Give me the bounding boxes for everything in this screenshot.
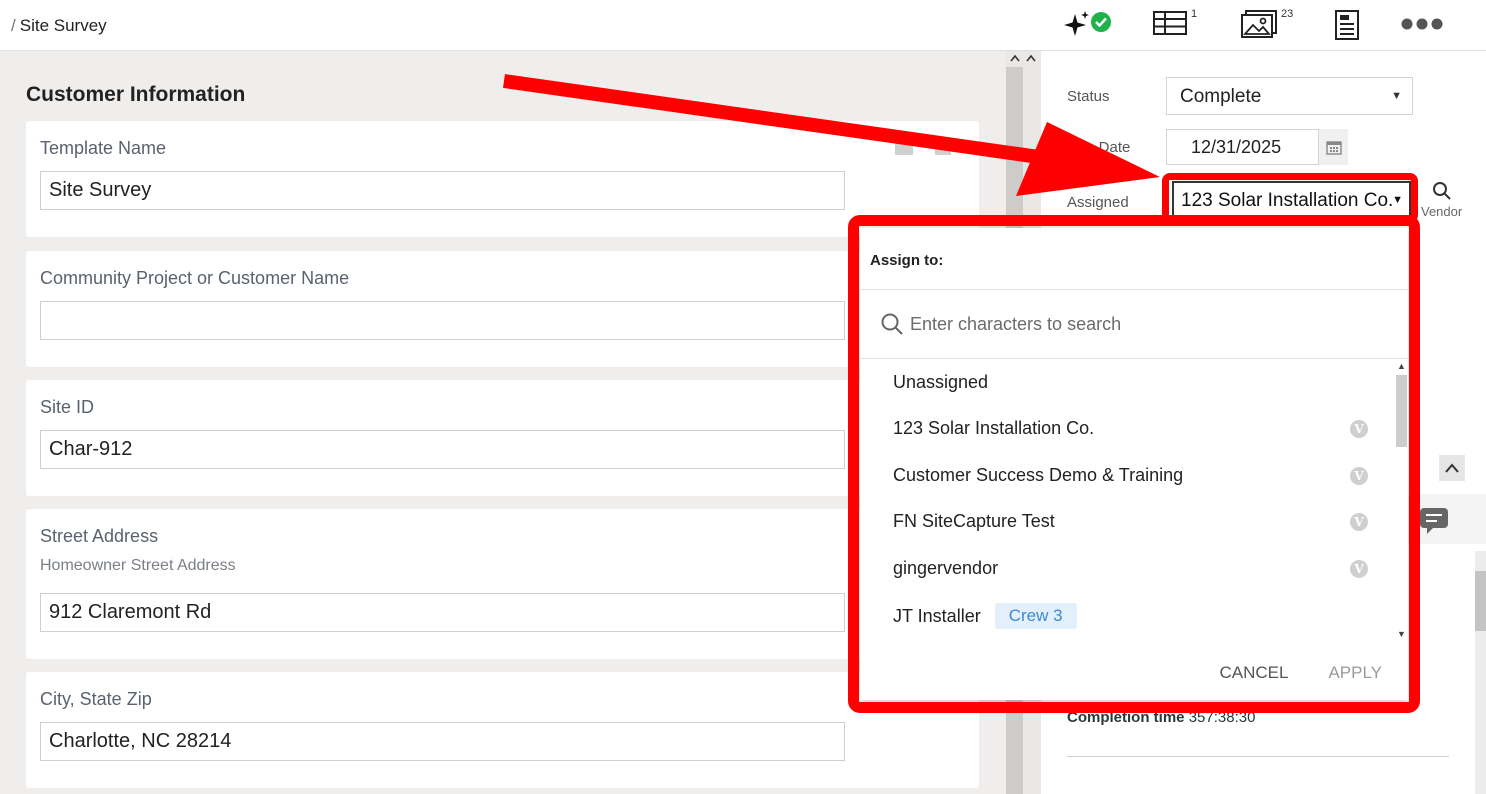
vendor-badge-icon: V xyxy=(1350,466,1368,485)
form-pane: Customer Information Template Name Commu… xyxy=(0,51,1006,794)
field-sublabel: Homeowner Street Address xyxy=(40,557,236,574)
chevron-up-icon[interactable]: ▲ xyxy=(1397,361,1406,371)
divider xyxy=(1067,756,1449,757)
vendor-search-button[interactable]: Vendor xyxy=(1421,181,1462,219)
status-select[interactable]: Complete ▼ xyxy=(1166,77,1413,115)
collapse-button[interactable] xyxy=(1439,455,1465,481)
assignee-option-customer-success[interactable]: Customer Success Demo & Training V xyxy=(893,465,1368,486)
customer-name-input[interactable] xyxy=(40,301,845,340)
assignee-list-scrollbar[interactable]: ▲ ▼ xyxy=(1395,359,1408,642)
assignee-option-123-solar[interactable]: 123 Solar Installation Co. V xyxy=(893,418,1368,439)
more-button[interactable] xyxy=(1400,17,1444,47)
assigned-value: 123 Solar Installation Co. xyxy=(1181,190,1394,211)
search-icon xyxy=(881,313,903,335)
chevron-up-icon xyxy=(1010,54,1036,62)
lock-icon[interactable] xyxy=(935,139,951,155)
field-card-template-name: Template Name xyxy=(26,121,979,237)
calendar-icon xyxy=(1325,141,1342,155)
search-icon xyxy=(1432,182,1451,200)
photo-gallery-icon xyxy=(1241,10,1277,38)
assignee-search-input[interactable] xyxy=(910,313,1350,335)
city-state-zip-input[interactable] xyxy=(40,722,845,761)
assignee-option-jt-installer[interactable]: JT Installer Crew 3 xyxy=(893,603,1368,629)
section-title: Customer Information xyxy=(26,83,246,106)
dropdown-title: Assign to: xyxy=(870,252,944,269)
option-label: Customer Success Demo & Training xyxy=(893,465,1184,485)
chevron-down-icon[interactable]: ▼ xyxy=(1397,629,1406,639)
field-card-site-id: Site ID xyxy=(26,380,979,496)
due-date-label: Due Date xyxy=(1067,139,1131,156)
cancel-button[interactable]: CANCEL xyxy=(1219,663,1288,683)
scroll-thumb[interactable] xyxy=(1396,375,1407,447)
top-bar: / Site Survey 1 23 xyxy=(0,0,1486,51)
assignee-search xyxy=(880,312,1350,336)
comments-button[interactable] xyxy=(1419,507,1449,540)
chat-icon xyxy=(1420,508,1448,534)
chevron-down-icon: ▼ xyxy=(1392,194,1403,206)
breadcrumb: / Site Survey xyxy=(11,16,107,36)
status-label: Status xyxy=(1067,88,1110,105)
dropdown-actions: CANCEL APPLY xyxy=(1219,663,1382,683)
photos-count: 23 xyxy=(1281,8,1294,20)
chevron-down-icon: ▼ xyxy=(1391,90,1402,102)
vendor-badge-icon: V xyxy=(1350,512,1368,531)
assignee-option-fn-sitecapture[interactable]: FN SiteCapture Test V xyxy=(893,511,1368,532)
scroll-arrows[interactable] xyxy=(1008,51,1038,68)
completion-value: 357:38:30 xyxy=(1188,709,1256,726)
more-icon xyxy=(1401,18,1443,30)
card-tools xyxy=(895,139,951,155)
apply-button[interactable]: APPLY xyxy=(1328,663,1382,683)
option-label: 123 Solar Installation Co. xyxy=(893,418,1095,438)
field-card-street-address: Street Address Homeowner Street Address xyxy=(26,509,979,659)
assign-dropdown: Assign to: Unassigned 123 Solar Installa… xyxy=(860,228,1408,700)
vendor-badge-icon: V xyxy=(1350,559,1368,578)
completion-label: Completion time xyxy=(1067,709,1185,726)
divider xyxy=(860,289,1408,290)
completion-time: Completion time 357:38:30 xyxy=(1067,709,1255,726)
street-address-input[interactable] xyxy=(40,593,845,632)
breadcrumb-separator: / xyxy=(11,16,16,35)
crew-tag: Crew 3 xyxy=(994,603,1077,629)
vendor-badge-icon: V xyxy=(1350,419,1368,438)
ai-assist-button[interactable] xyxy=(1062,10,1112,40)
assignee-option-unassigned[interactable]: Unassigned xyxy=(893,372,1368,393)
field-label: Site ID xyxy=(40,397,95,417)
tables-count: 1 xyxy=(1191,8,1198,20)
option-label: Unassigned xyxy=(893,372,989,392)
option-label: JT Installer xyxy=(893,605,981,626)
template-name-input[interactable] xyxy=(40,171,845,210)
assignee-option-gingervendor[interactable]: gingervendor V xyxy=(893,558,1368,579)
field-label: Street Address xyxy=(40,526,159,546)
option-label: gingervendor xyxy=(893,558,999,578)
field-label: Template Name xyxy=(40,138,167,158)
photos-button[interactable]: 23 xyxy=(1241,8,1294,40)
option-label: FN SiteCapture Test xyxy=(893,511,1055,531)
sparkle-icon xyxy=(1064,11,1089,36)
scroll-thumb[interactable] xyxy=(1475,571,1486,631)
chevron-up-icon xyxy=(1445,463,1459,473)
calendar-button[interactable] xyxy=(1318,129,1348,165)
details-scrollbar[interactable] xyxy=(1475,551,1486,794)
status-value: Complete xyxy=(1180,86,1262,107)
field-card-city-state-zip: City, State Zip xyxy=(26,672,979,788)
field-card-customer-name: Community Project or Customer Name xyxy=(26,251,979,367)
due-date-value: 12/31/2025 xyxy=(1191,137,1282,157)
tables-button[interactable]: 1 xyxy=(1153,8,1198,40)
vendor-label: Vendor xyxy=(1421,204,1463,219)
assigned-select[interactable]: 123 Solar Installation Co. ▼ xyxy=(1172,181,1411,219)
site-id-input[interactable] xyxy=(40,430,845,469)
notes-icon[interactable] xyxy=(895,139,913,155)
assigned-label: Assigned xyxy=(1067,194,1129,211)
breadcrumb-current[interactable]: Site Survey xyxy=(20,16,107,35)
report-icon xyxy=(1335,10,1359,40)
field-label: City, State Zip xyxy=(40,689,152,709)
table-icon xyxy=(1153,11,1187,35)
field-label: Community Project or Customer Name xyxy=(40,268,350,288)
report-button[interactable] xyxy=(1335,10,1359,40)
check-circle-icon xyxy=(1091,12,1111,32)
assignee-list: Unassigned 123 Solar Installation Co. V … xyxy=(860,359,1395,642)
